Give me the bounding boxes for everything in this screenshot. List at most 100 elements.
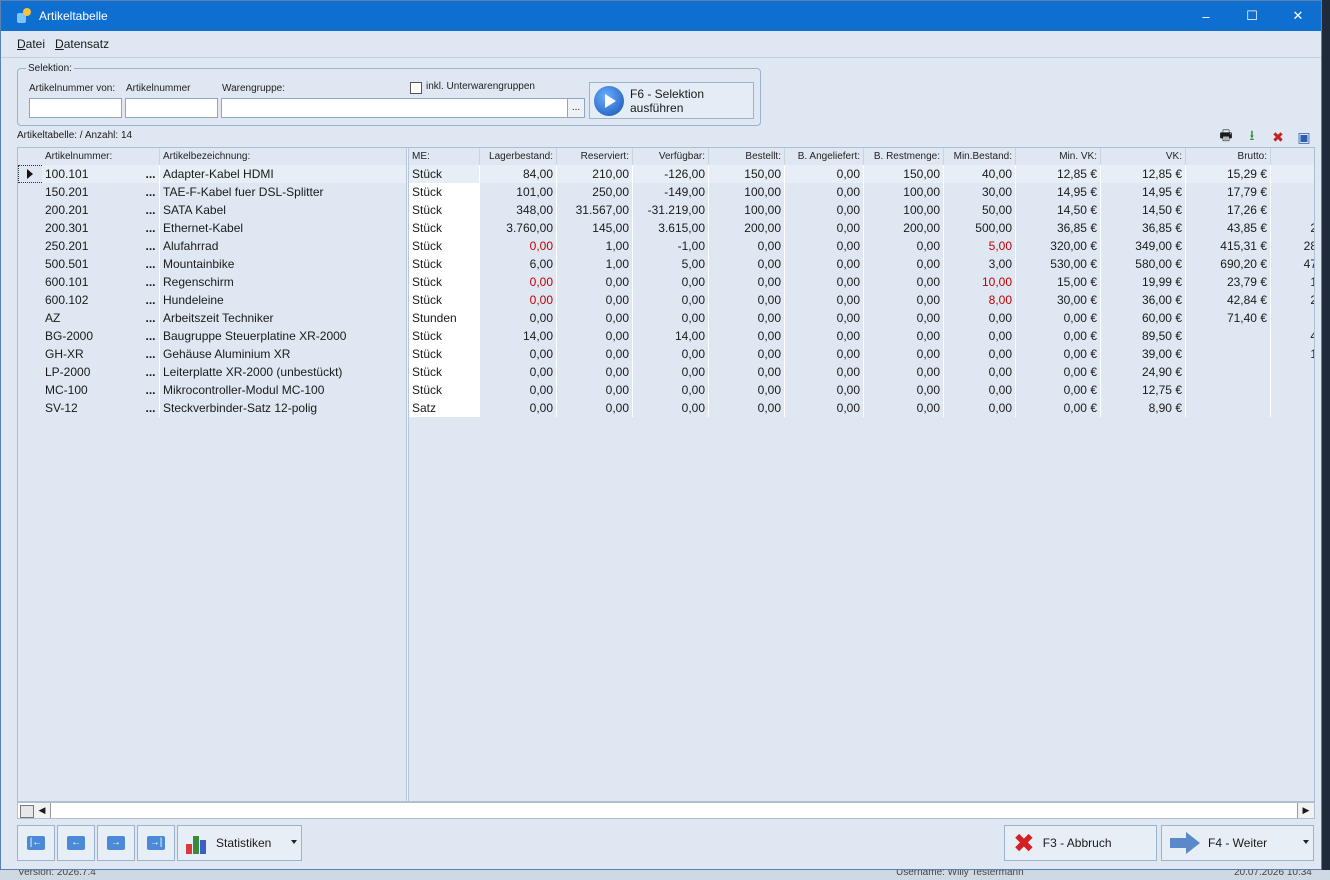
cell-verf[interactable]: 0,00 [633, 345, 709, 363]
table-row[interactable]: GH-XR... Gehäuse Aluminium XR Stück 0,00 0,0… [18, 345, 1314, 363]
cell-brutto[interactable] [1186, 399, 1271, 417]
cell-me[interactable]: Stück [409, 183, 480, 201]
cell-best[interactable]: 0,00 [709, 399, 785, 417]
product-group-input[interactable] [221, 98, 568, 118]
table-row[interactable]: 500.501... Mountainbike Stück 6,00 1,00 5,00 0… [18, 255, 1314, 273]
table-row[interactable]: MC-100... Mikrocontroller-Modul MC-100 Stü… [18, 381, 1314, 399]
cell-vk[interactable]: 12,75 € [1101, 381, 1186, 399]
cell-ang[interactable]: 0,00 [785, 255, 864, 273]
cell-brutto[interactable]: 23,79 € [1186, 273, 1271, 291]
cell-min[interactable]: 500,00 [944, 219, 1016, 237]
cell-me[interactable]: Stück [409, 363, 480, 381]
cell-me[interactable]: Stück [409, 273, 480, 291]
table-row[interactable]: 150.201... TAE-F-Kabel fuer DSL-Splitter S… [18, 183, 1314, 201]
save-icon[interactable]: ▣ [1293, 126, 1315, 148]
row-indicator[interactable] [18, 399, 40, 417]
cell-lager[interactable]: 3.760,00 [480, 219, 557, 237]
cell-verf[interactable]: -126,00 [633, 165, 709, 183]
cell-brutto[interactable] [1186, 363, 1271, 381]
row-browse-button[interactable]: ... [142, 219, 160, 237]
column-header[interactable]: Lagerbestand: [480, 148, 557, 165]
cell-minvk[interactable]: 0,00 € [1016, 399, 1101, 417]
row-browse-button[interactable]: ... [142, 363, 160, 381]
cell-rest[interactable]: 0,00 [864, 237, 944, 255]
cell-name[interactable]: Alufahrrad [160, 237, 407, 255]
cell-rest[interactable]: 0,00 [864, 327, 944, 345]
cell-min[interactable]: 0,00 [944, 381, 1016, 399]
cell-verf[interactable]: 3.615,00 [633, 219, 709, 237]
table-row[interactable]: SV-12... Steckverbinder-Satz 12-polig Satz… [18, 399, 1314, 417]
cell-brutto[interactable] [1186, 381, 1271, 399]
print-icon[interactable]: 🖶 [1215, 126, 1237, 148]
cell-res[interactable]: 0,00 [557, 363, 633, 381]
table-row[interactable]: AZ... Arbeitszeit Techniker Stunden 0,00 0,0… [18, 309, 1314, 327]
cell-res[interactable]: 31.567,00 [557, 201, 633, 219]
article-from-input[interactable] [29, 98, 122, 118]
cell-best[interactable]: 0,00 [709, 363, 785, 381]
cell-me[interactable]: Stunden [409, 309, 480, 327]
cell-minvk[interactable]: 0,00 € [1016, 381, 1101, 399]
cell-min[interactable]: 8,00 [944, 291, 1016, 309]
cell-name[interactable]: Hundeleine [160, 291, 407, 309]
cell-best[interactable]: 0,00 [709, 255, 785, 273]
cell-minvk[interactable]: 14,95 € [1016, 183, 1101, 201]
first-record-button[interactable]: |← [17, 825, 55, 861]
cell-ang[interactable]: 0,00 [785, 219, 864, 237]
row-indicator[interactable] [18, 309, 40, 327]
cell-vk[interactable]: 12,85 € [1101, 165, 1186, 183]
cell-extra[interactable] [1271, 201, 1314, 219]
cell-res[interactable]: 0,00 [557, 399, 633, 417]
cell-ang[interactable]: 0,00 [785, 399, 864, 417]
cell-extra[interactable]: 4 [1271, 327, 1314, 345]
cell-lager[interactable]: 0,00 [480, 381, 557, 399]
cell-rest[interactable]: 100,00 [864, 183, 944, 201]
table-row[interactable]: 600.101... Regenschirm Stück 0,00 0,00 0,00 0,… [18, 273, 1314, 291]
cell-min[interactable]: 40,00 [944, 165, 1016, 183]
row-browse-button[interactable]: ... [142, 237, 160, 255]
cell-rest[interactable]: 200,00 [864, 219, 944, 237]
cell-best[interactable]: 200,00 [709, 219, 785, 237]
cell-brutto[interactable]: 71,40 € [1186, 309, 1271, 327]
cell-best[interactable]: 0,00 [709, 345, 785, 363]
cell-minvk[interactable]: 15,00 € [1016, 273, 1101, 291]
column-header[interactable]: Artikelnummer: [42, 148, 160, 165]
cell-lager[interactable]: 0,00 [480, 237, 557, 255]
cell-vk[interactable]: 349,00 € [1101, 237, 1186, 255]
cell-res[interactable]: 1,00 [557, 255, 633, 273]
minimize-icon[interactable]: – [1183, 1, 1229, 31]
table-row[interactable]: 250.201... Alufahrrad Stück 0,00 1,00 -1,00 0,… [18, 237, 1314, 255]
cell-min[interactable]: 0,00 [944, 345, 1016, 363]
cell-name[interactable]: SATA Kabel [160, 201, 407, 219]
cell-name[interactable]: Adapter-Kabel HDMI [160, 165, 407, 183]
cell-extra[interactable]: 2 [1271, 219, 1314, 237]
cell-vk[interactable]: 60,00 € [1101, 309, 1186, 327]
include-subgroups-checkbox[interactable] [410, 82, 422, 94]
cell-brutto[interactable] [1186, 327, 1271, 345]
cell-ang[interactable]: 0,00 [785, 273, 864, 291]
cell-name[interactable]: TAE-F-Kabel fuer DSL-Splitter [160, 183, 407, 201]
cell-lager[interactable]: 101,00 [480, 183, 557, 201]
cell-me[interactable]: Stück [409, 345, 480, 363]
cell-ang[interactable]: 0,00 [785, 381, 864, 399]
cell-brutto[interactable]: 690,20 € [1186, 255, 1271, 273]
cell-res[interactable]: 250,00 [557, 183, 633, 201]
cell-minvk[interactable]: 320,00 € [1016, 237, 1101, 255]
cell-brutto[interactable]: 17,79 € [1186, 183, 1271, 201]
cell-brutto[interactable]: 15,29 € [1186, 165, 1271, 183]
export-icon[interactable]: ⭳ [1241, 126, 1263, 148]
cell-me[interactable]: Stück [409, 219, 480, 237]
cell-brutto[interactable]: 42,84 € [1186, 291, 1271, 309]
cell-minvk[interactable]: 30,00 € [1016, 291, 1101, 309]
cell-verf[interactable]: -149,00 [633, 183, 709, 201]
cell-min[interactable]: 5,00 [944, 237, 1016, 255]
row-browse-button[interactable]: ... [142, 381, 160, 399]
cell-ang[interactable]: 0,00 [785, 165, 864, 183]
cell-extra[interactable]: 28 [1271, 237, 1314, 255]
article-grid[interactable]: Artikelnummer: Artikelbezeichnung: ME: Lage… [17, 147, 1315, 802]
maximize-icon[interactable]: ☐ [1229, 1, 1275, 31]
column-header[interactable]: Verfügbar: [633, 148, 709, 165]
row-browse-button[interactable]: ... [142, 183, 160, 201]
cell-res[interactable]: 0,00 [557, 273, 633, 291]
table-row[interactable]: 200.301... Ethernet-Kabel Stück 3.760,00 145… [18, 219, 1314, 237]
cell-rest[interactable]: 0,00 [864, 255, 944, 273]
